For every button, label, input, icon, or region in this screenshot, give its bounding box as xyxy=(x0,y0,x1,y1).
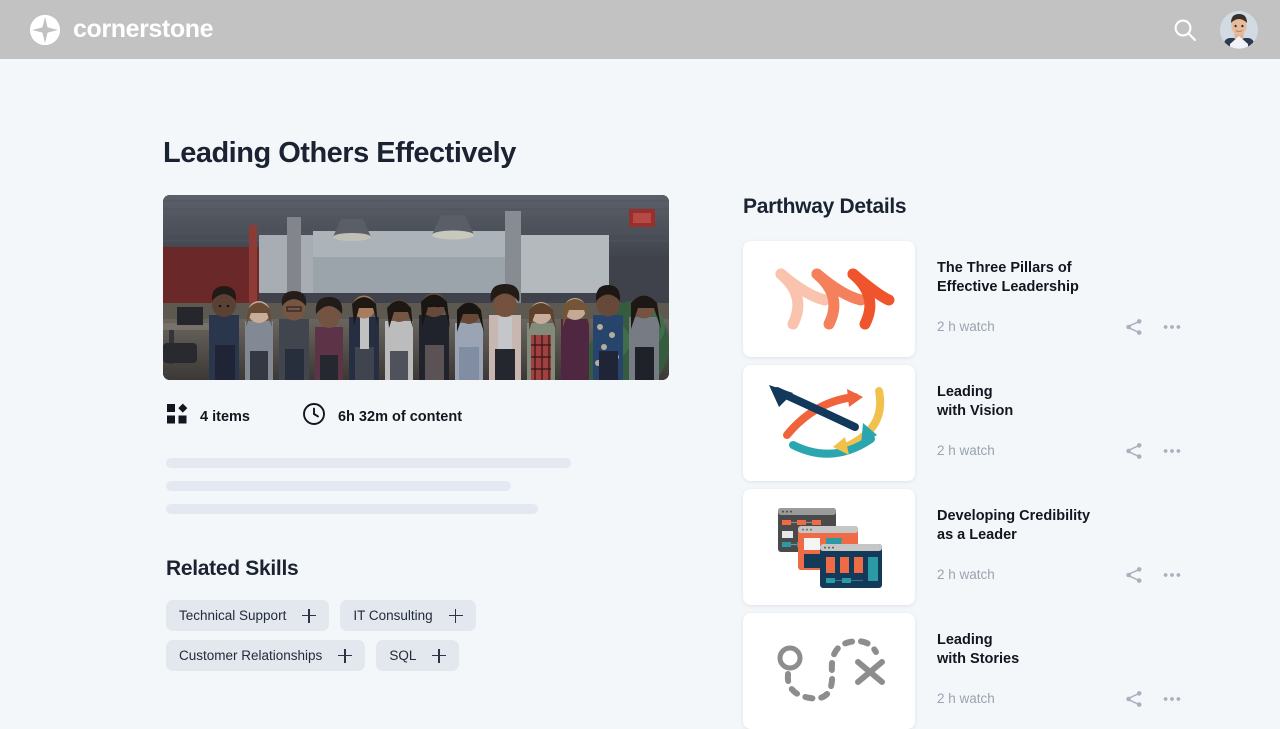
pathway-meta: 4 items 6h 32m of content xyxy=(163,402,669,431)
share-icon[interactable] xyxy=(1123,440,1145,462)
course-body: Leading with Stories 2 h watch xyxy=(937,613,1183,729)
more-options-icon[interactable] xyxy=(1161,564,1183,586)
course-list-item: Leading with Stories 2 h watch xyxy=(743,613,1183,729)
course-list-item: The Three Pillars of Effective Leadershi… xyxy=(743,241,1183,357)
clock-icon xyxy=(302,402,326,431)
course-footer: 2 h watch xyxy=(937,564,1183,586)
blocks-grid-icon xyxy=(166,403,188,430)
meta-item-duration: 6h 32m of content xyxy=(302,402,462,431)
pathway-details-title: Parthway Details xyxy=(743,195,907,218)
brand[interactable]: cornerstone xyxy=(30,14,214,45)
skill-chip[interactable]: Customer Relationships xyxy=(166,640,366,671)
course-list-item: Developing Credibility as a Leader 2 h w… xyxy=(743,489,1183,605)
related-skills-section: Related Skills Technical Support IT Cons… xyxy=(163,557,669,671)
course-list: The Three Pillars of Effective Leadershi… xyxy=(743,241,1183,729)
course-title[interactable]: Developing Credibility as a Leader xyxy=(937,507,1183,545)
course-duration: 2 h watch xyxy=(937,443,995,459)
skill-chip-label: Customer Relationships xyxy=(179,648,323,663)
crossing-curved-arrows-icon[interactable] xyxy=(743,365,915,481)
meta-label: 6h 32m of content xyxy=(337,408,463,425)
right-column: Parthway Details The Three Pillars of Ef… xyxy=(743,195,1183,729)
course-title[interactable]: The Three Pillars of Effective Leadershi… xyxy=(937,259,1183,297)
skill-chip[interactable]: Technical Support xyxy=(166,600,330,631)
page-title: Leading Others Effectively xyxy=(163,137,516,169)
related-skills-title: Related Skills xyxy=(166,557,299,580)
course-footer: 2 h watch xyxy=(937,688,1183,710)
more-options-icon[interactable] xyxy=(1161,688,1183,710)
plus-icon[interactable] xyxy=(448,608,463,623)
course-list-item: Leading with Vision 2 h watch xyxy=(743,365,1183,481)
share-icon[interactable] xyxy=(1123,316,1145,338)
skeleton-bar xyxy=(166,481,511,491)
pathway-hero-image xyxy=(163,195,669,380)
avatar[interactable] xyxy=(1220,10,1258,49)
stacked-dashboard-windows-icon[interactable] xyxy=(743,489,915,605)
plus-icon[interactable] xyxy=(338,648,353,663)
course-title[interactable]: Leading with Stories xyxy=(937,631,1183,669)
skill-chip[interactable]: SQL xyxy=(376,640,460,671)
more-options-icon[interactable] xyxy=(1161,316,1183,338)
more-options-icon[interactable] xyxy=(1161,440,1183,462)
course-title[interactable]: Leading with Vision xyxy=(937,383,1183,421)
course-footer: 2 h watch xyxy=(937,440,1183,462)
page-body: Leading Others Effectively 4 items 6h 32… xyxy=(0,59,1280,729)
skill-chip-label: SQL xyxy=(389,648,417,663)
share-icon[interactable] xyxy=(1123,688,1145,710)
course-duration: 2 h watch xyxy=(937,319,995,335)
left-column: 4 items 6h 32m of content Related Skills… xyxy=(163,195,669,729)
meta-label: 4 items xyxy=(200,408,250,425)
skeleton-bar xyxy=(166,458,571,468)
triple-chevron-arrows-icon[interactable] xyxy=(743,241,915,357)
skill-chip-row: Technical Support IT Consulting xyxy=(166,600,669,631)
dashed-map-route-icon[interactable] xyxy=(743,613,915,729)
description-skeleton xyxy=(163,458,669,514)
skill-chip[interactable]: IT Consulting xyxy=(340,600,476,631)
search-icon[interactable] xyxy=(1170,15,1200,45)
brand-name: cornerstone xyxy=(73,15,214,43)
plus-icon[interactable] xyxy=(432,648,447,663)
course-duration: 2 h watch xyxy=(937,691,995,707)
skill-chip-row: Customer Relationships SQL xyxy=(166,640,669,671)
meta-item-items: 4 items xyxy=(166,403,250,430)
sparkle-logo-icon xyxy=(30,14,60,45)
course-footer: 2 h watch xyxy=(937,316,1183,338)
skill-chip-label: Technical Support xyxy=(179,608,287,623)
course-body: Leading with Vision 2 h watch xyxy=(937,365,1183,481)
course-body: Developing Credibility as a Leader 2 h w… xyxy=(937,489,1183,605)
header-actions xyxy=(1170,10,1258,49)
course-body: The Three Pillars of Effective Leadershi… xyxy=(937,241,1183,357)
app-header: cornerstone xyxy=(0,0,1280,59)
course-duration: 2 h watch xyxy=(937,567,995,583)
plus-icon[interactable] xyxy=(302,608,317,623)
skill-chip-rows: Technical Support IT Consulting Customer… xyxy=(166,600,669,671)
skill-chip-label: IT Consulting xyxy=(353,608,433,623)
share-icon[interactable] xyxy=(1123,564,1145,586)
skeleton-bar xyxy=(166,504,538,514)
